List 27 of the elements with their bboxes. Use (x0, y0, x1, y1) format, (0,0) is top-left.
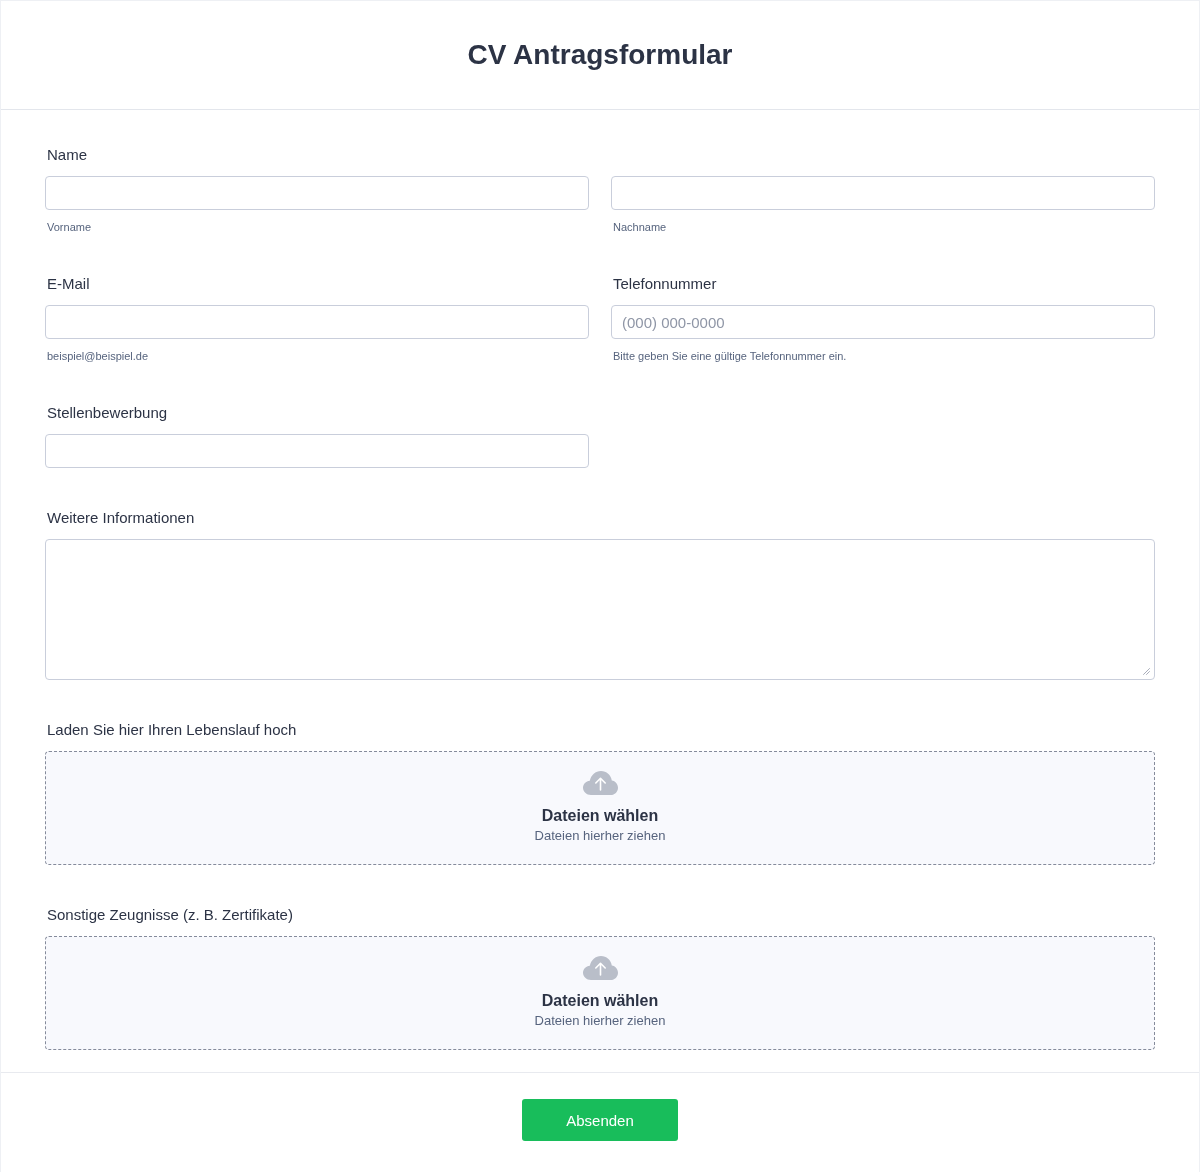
field-label: Weitere Informationen (46, 509, 195, 527)
field-label: Sonstige Zeugnisse (z. B. Zertifikate) (46, 906, 293, 924)
cloud-upload-icon (582, 956, 618, 980)
text-area[interactable] (45, 539, 1155, 680)
form-title: CV Antragsformular (467, 38, 733, 72)
cloud-upload-icon (582, 771, 618, 795)
field-sublabel: Vorname (46, 220, 92, 234)
choose-files-button[interactable]: Dateien wählen (541, 806, 659, 826)
resize-handle-icon[interactable] (1143, 668, 1150, 675)
choose-files-button[interactable]: Dateien wählen (541, 991, 659, 1011)
text-input[interactable] (45, 176, 589, 210)
text-input[interactable]: (000) 000-0000 (611, 305, 1155, 339)
field-sublabel: beispiel@beispiel.de (46, 349, 149, 363)
field-label: Name (46, 146, 87, 164)
text-input[interactable] (45, 305, 589, 339)
field-label: Stellenbewerbung (46, 404, 168, 422)
field-sublabel: Nachname (612, 220, 667, 234)
text-input[interactable] (611, 176, 1155, 210)
text-input[interactable] (45, 434, 589, 468)
field-label: E-Mail (46, 275, 90, 293)
field-label: Telefonnummer (612, 275, 717, 293)
drop-hint: Dateien hierher ziehen (534, 828, 666, 844)
file-drop-zone[interactable]: Dateien wählen Dateien hierher ziehen (45, 936, 1155, 1050)
file-drop-zone[interactable]: Dateien wählen Dateien hierher ziehen (45, 751, 1155, 865)
field-sublabel: Bitte geben Sie eine gültige Telefonnummer ein. (612, 349, 847, 363)
field-label: Laden Sie hier Ihren Lebenslauf hoch (46, 721, 297, 739)
drop-hint: Dateien hierher ziehen (534, 1013, 666, 1029)
